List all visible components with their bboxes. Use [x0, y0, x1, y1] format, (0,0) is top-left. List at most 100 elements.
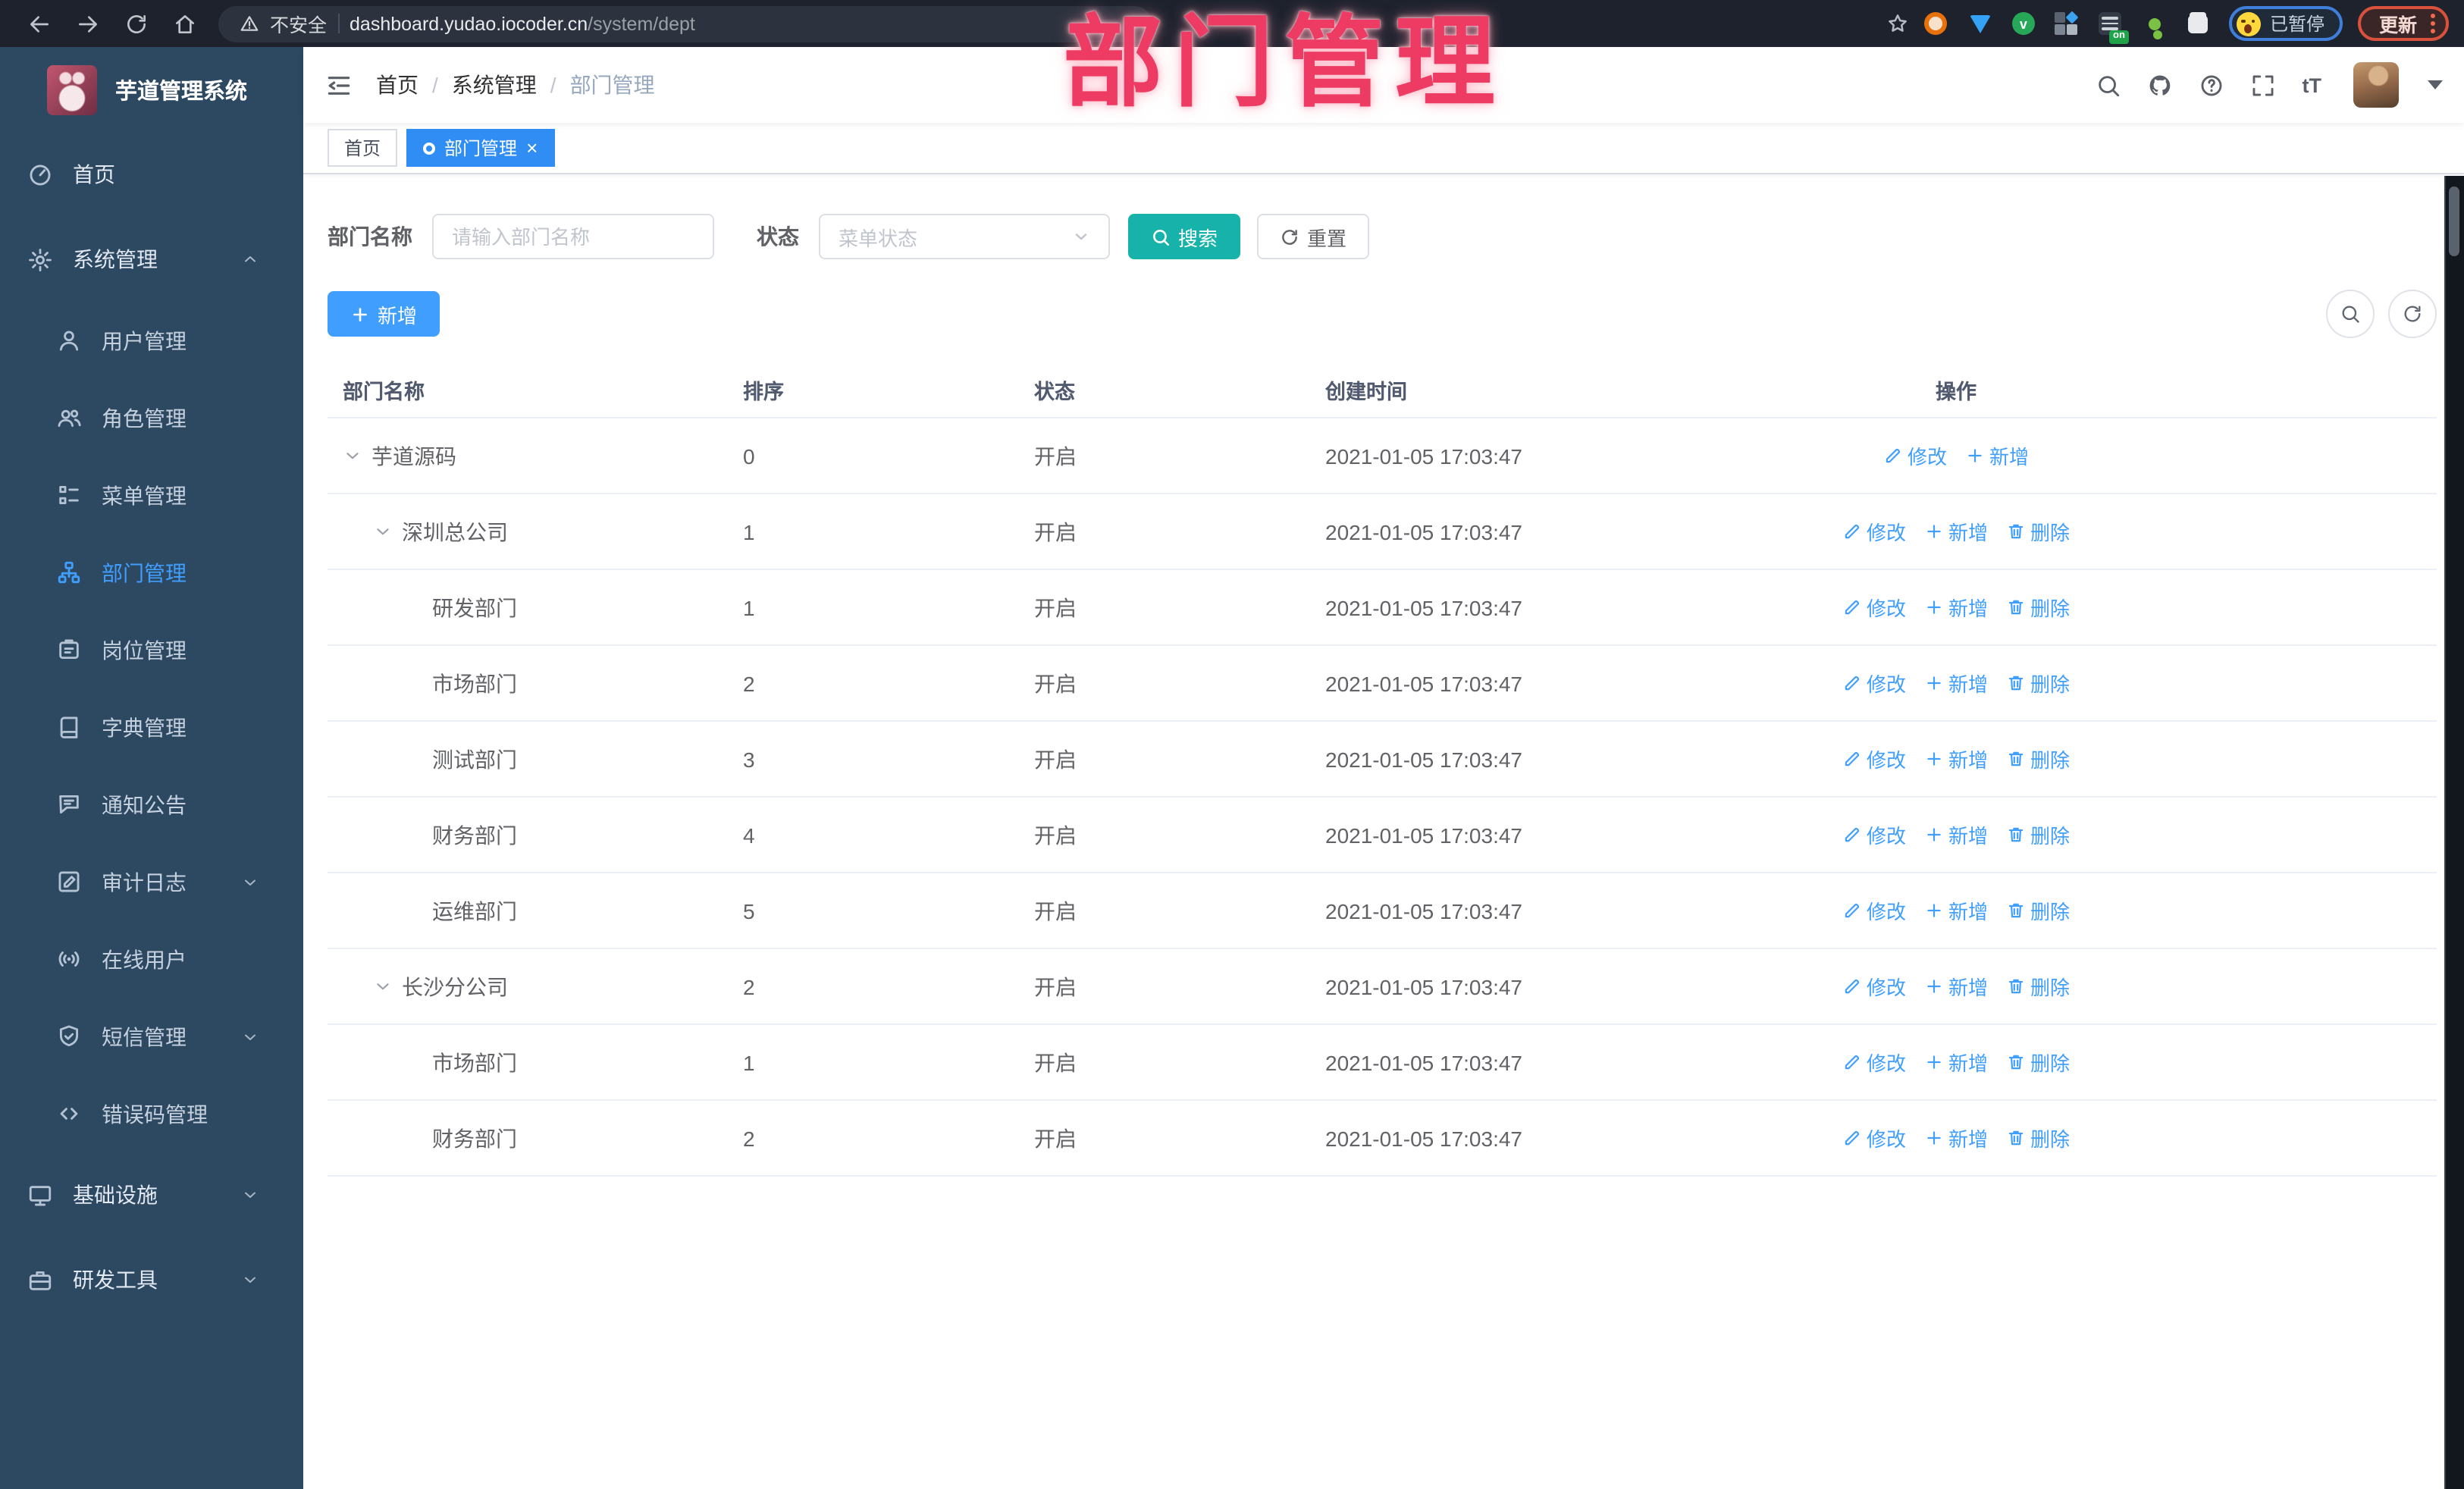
chevron-down-icon[interactable]	[343, 446, 362, 466]
extension-icon-figure[interactable]	[2143, 11, 2167, 36]
sidebar-item-dev-tools[interactable]: 研发工具	[0, 1237, 303, 1322]
hamburger-icon[interactable]	[324, 71, 353, 99]
action-delete-link[interactable]: 删除	[2006, 669, 2070, 697]
action-modify-link[interactable]: 修改	[1842, 972, 1906, 1001]
edit-icon	[1842, 673, 1862, 693]
avatar-caret-icon[interactable]	[2428, 80, 2443, 89]
search-form: 部门名称 状态 菜单状态 搜索 重置	[328, 214, 2437, 259]
reload-icon[interactable]	[124, 11, 149, 36]
screen: 不安全 dashboard.yudao.iocoder.cn/system/de…	[0, 0, 2464, 1489]
tab-home[interactable]: 首页	[328, 129, 398, 167]
column-header-time: 创建时间	[1325, 381, 1407, 403]
github-icon[interactable]	[2148, 72, 2174, 98]
browser-update-button[interactable]: 更新	[2357, 6, 2449, 41]
extension-icon-drop[interactable]	[1968, 11, 1992, 36]
action-delete-link[interactable]: 删除	[2006, 517, 2070, 546]
action-modify-link[interactable]: 修改	[1842, 744, 1906, 773]
sidebar-item-user[interactable]: 用户管理	[0, 302, 303, 379]
sidebar-item-system[interactable]: 系统管理	[0, 217, 303, 302]
action-modify-link[interactable]: 修改	[1842, 1124, 1906, 1152]
chevron-down-icon	[241, 1186, 259, 1204]
breadcrumb-item[interactable]: 首页	[376, 70, 419, 100]
action-label: 删除	[2030, 597, 2071, 620]
reset-button[interactable]: 重置	[1257, 214, 1370, 259]
sidebar-item-role[interactable]: 角色管理	[0, 379, 303, 456]
back-icon[interactable]	[27, 11, 52, 36]
font-size-icon[interactable]: tT	[2303, 74, 2322, 96]
sidebar-item-online-user[interactable]: 在线用户	[0, 920, 303, 998]
breadcrumb-item[interactable]: 系统管理	[452, 70, 537, 100]
chevron-down-icon[interactable]	[373, 976, 393, 996]
sidebar-item-error-code[interactable]: 错误码管理	[0, 1075, 303, 1152]
action-delete-link[interactable]: 删除	[2006, 896, 2070, 925]
sidebar-item-notice[interactable]: 通知公告	[0, 766, 303, 843]
address-bar[interactable]: 不安全 dashboard.yudao.iocoder.cn/system/de…	[218, 5, 1152, 42]
search-button[interactable]: 搜索	[1128, 214, 1241, 259]
sidebar-item-dept[interactable]: 部门管理	[0, 534, 303, 611]
home-icon[interactable]	[173, 11, 197, 36]
action-delete-link[interactable]: 删除	[2006, 1124, 2070, 1152]
action-add-link[interactable]: 新增	[1924, 593, 1988, 622]
close-icon[interactable]: ×	[526, 138, 538, 158]
column-header-ops: 操作	[1936, 381, 1977, 403]
sidebar-item-audit-log[interactable]: 审计日志	[0, 843, 303, 920]
dept-name-input[interactable]	[432, 214, 714, 259]
scrollbar-thumb[interactable]	[2449, 187, 2459, 256]
browser-menu-icon[interactable]	[2431, 14, 2435, 33]
action-add-link[interactable]: 新增	[1924, 820, 1988, 849]
action-modify-link[interactable]: 修改	[1842, 593, 1906, 622]
refresh-table-button[interactable]	[2388, 290, 2437, 338]
user-avatar[interactable]	[2353, 62, 2399, 108]
action-modify-link[interactable]: 修改	[1842, 820, 1906, 849]
sidebar-logo-row[interactable]: 芋道管理系统	[0, 47, 303, 132]
forward-icon[interactable]	[76, 11, 100, 36]
action-label: 删除	[2030, 1052, 2071, 1075]
action-add-link[interactable]: 新增	[1924, 972, 1988, 1001]
status-select[interactable]: 菜单状态	[819, 214, 1110, 259]
extension-icon-grid[interactable]	[2055, 11, 2080, 36]
action-add-link[interactable]: 新增	[1965, 441, 2029, 470]
sidebar-item-infra[interactable]: 基础设施	[0, 1152, 303, 1237]
action-add-link[interactable]: 新增	[1924, 1124, 1988, 1152]
book-icon	[56, 714, 82, 740]
sidebar-item-post[interactable]: 岗位管理	[0, 611, 303, 688]
action-delete-link[interactable]: 删除	[2006, 1048, 2070, 1077]
extension-icon-list[interactable]: on	[2099, 11, 2129, 43]
sidebar-item-label: 短信管理	[102, 1024, 187, 1049]
table-row: 财务部门 4 开启 2021-01-05 17:03:47 修改 新增 删除	[328, 798, 2437, 873]
extensions-puzzle-icon[interactable]	[2187, 11, 2211, 36]
toggle-search-button[interactable]	[2326, 290, 2375, 338]
action-delete-link[interactable]: 删除	[2006, 820, 2070, 849]
page-scrollbar[interactable]	[2444, 176, 2464, 1489]
action-delete-link[interactable]: 删除	[2006, 593, 2070, 622]
profile-paused-badge[interactable]: 已暂停	[2228, 6, 2343, 41]
action-modify-link[interactable]: 修改	[1842, 517, 1906, 546]
extension-icon-green-check[interactable]: v	[2011, 12, 2035, 35]
sidebar-item-menu[interactable]: 菜单管理	[0, 456, 303, 534]
action-modify-link[interactable]: 修改	[1842, 1048, 1906, 1077]
action-add-link[interactable]: 新增	[1924, 517, 1988, 546]
fullscreen-icon[interactable]	[2251, 72, 2277, 98]
action-add-link[interactable]: 新增	[1924, 896, 1988, 925]
action-delete-link[interactable]: 删除	[2006, 744, 2070, 773]
help-icon[interactable]	[2199, 72, 2225, 98]
sidebar-item-sms[interactable]: 短信管理	[0, 998, 303, 1075]
bookmark-star-icon[interactable]	[1886, 12, 1909, 35]
navbar-actions: tT	[2096, 62, 2443, 108]
action-add-link[interactable]: 新增	[1924, 669, 1988, 697]
action-modify-link[interactable]: 修改	[1842, 669, 1906, 697]
chevron-down-icon[interactable]	[373, 522, 393, 541]
sidebar-item-dict[interactable]: 字典管理	[0, 688, 303, 766]
delete-icon	[2006, 597, 2026, 617]
sidebar-item-home[interactable]: 首页	[0, 132, 303, 217]
add-button[interactable]: 新增	[328, 291, 440, 337]
search-icon[interactable]	[2096, 72, 2122, 98]
tab-label: 首页	[344, 138, 381, 159]
action-modify-link[interactable]: 修改	[1883, 441, 1947, 470]
extension-icon-orange[interactable]	[1924, 11, 1948, 36]
action-modify-link[interactable]: 修改	[1842, 896, 1906, 925]
action-delete-link[interactable]: 删除	[2006, 972, 2070, 1001]
tab-dept[interactable]: 部门管理 ×	[406, 129, 555, 167]
action-add-link[interactable]: 新增	[1924, 744, 1988, 773]
action-add-link[interactable]: 新增	[1924, 1048, 1988, 1077]
